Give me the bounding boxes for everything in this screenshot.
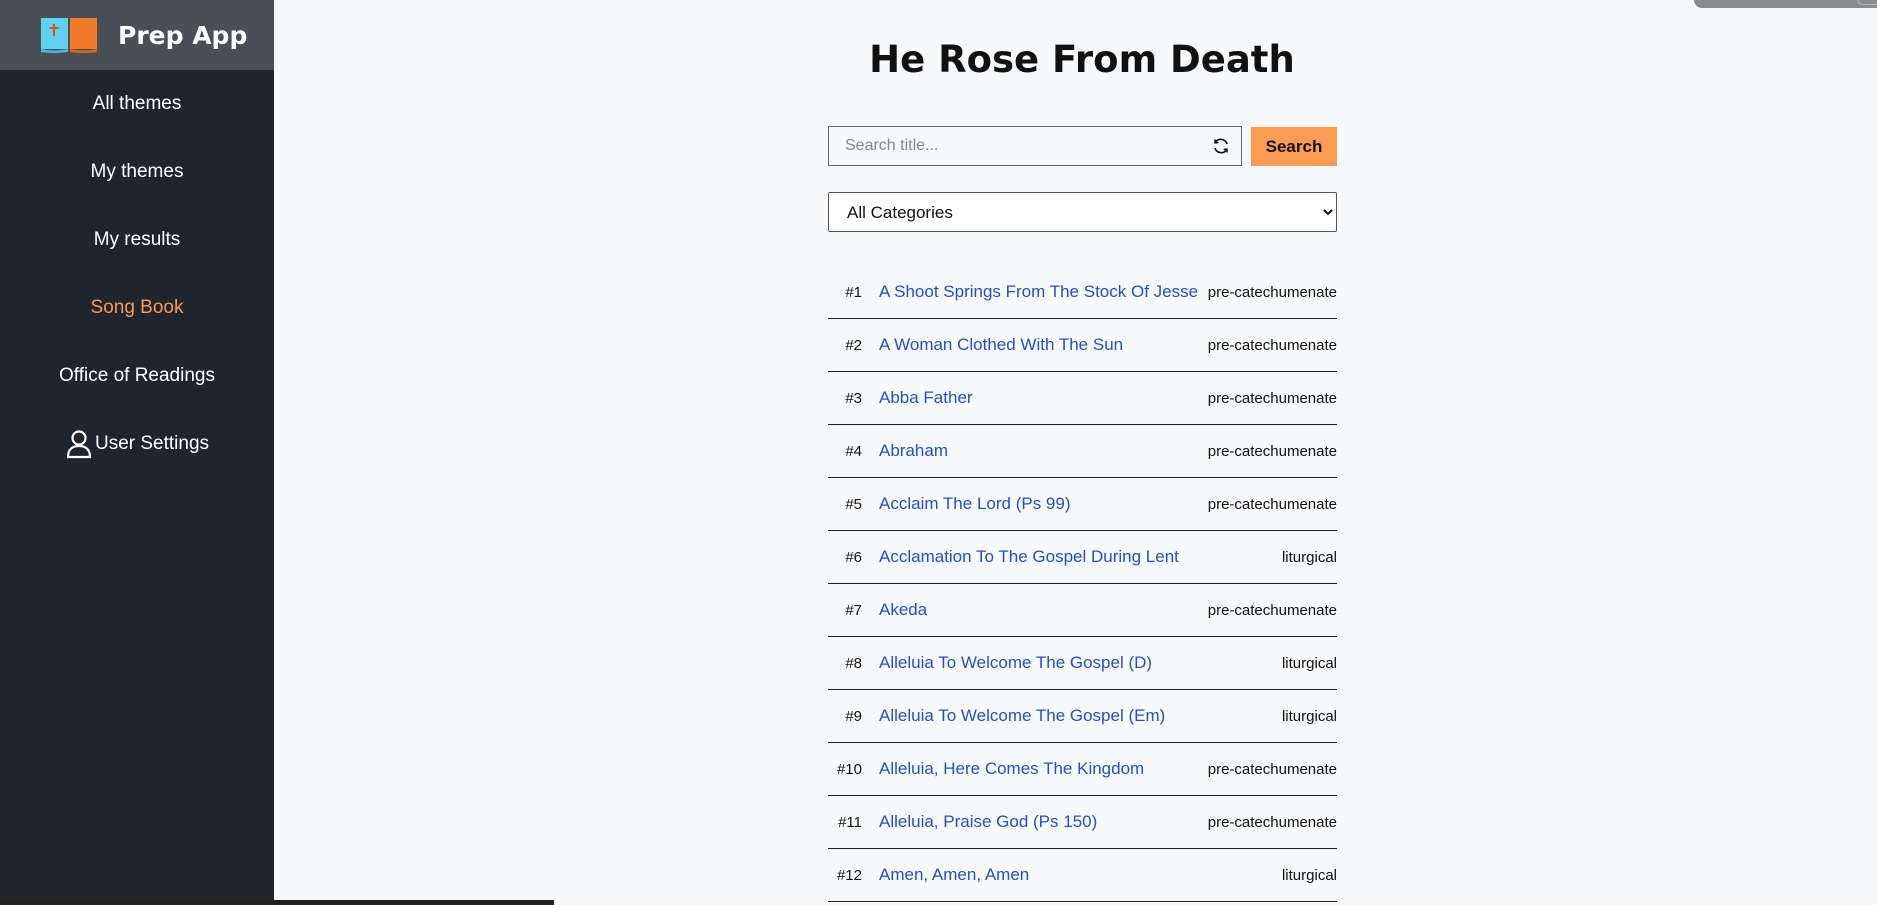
song-row: #12 Amen, Amen, Amen liturgical <box>828 849 1337 902</box>
song-title-link[interactable]: Acclaim The Lord (Ps 99) <box>879 494 1070 514</box>
floating-panel[interactable] <box>1694 0 1877 8</box>
song-row: #2 A Woman Clothed With The Sun pre-catech… <box>828 319 1337 372</box>
song-category: pre-catechumenate <box>1207 760 1337 778</box>
search-input[interactable] <box>829 126 1201 166</box>
category-select[interactable]: All Categories <box>828 192 1337 232</box>
sidebar-nav: All themes My themes My results Song Boo… <box>0 70 274 478</box>
song-row: #1 A Shoot Springs From The Stock Of Jess… <box>828 266 1337 319</box>
song-row: #4 Abraham pre-catechumenate <box>828 425 1337 478</box>
song-title-link[interactable]: A Woman Clothed With The Sun <box>879 335 1123 355</box>
sidebar-item-label: User Settings <box>94 433 210 454</box>
song-category: pre-catechumenate <box>1207 389 1337 407</box>
sidebar-item-song-book[interactable]: Song Book <box>0 274 274 342</box>
song-category: pre-catechumenate <box>1207 442 1337 460</box>
song-row: #9 Alleluia To Welcome The Gospel (Em) lit… <box>828 690 1337 743</box>
song-row: #7 Akeda pre-catechumenate <box>828 584 1337 637</box>
search-box <box>828 126 1242 166</box>
horizontal-scrollbar[interactable] <box>0 900 554 905</box>
song-row: #11 Alleluia, Praise God (Ps 150) pre-cate… <box>828 796 1337 849</box>
song-title-link[interactable]: A Shoot Springs From The Stock Of Jesse <box>879 282 1198 302</box>
song-category: pre-catechumenate <box>1207 283 1337 301</box>
song-number: #5 <box>845 495 862 513</box>
refresh-icon[interactable] <box>1201 137 1241 155</box>
song-row: #5 Acclaim The Lord (Ps 99) pre-catechumen… <box>828 478 1337 531</box>
brand-header[interactable]: Prep App <box>0 0 274 70</box>
floating-panel-handle[interactable] <box>1857 0 1877 5</box>
sidebar: Prep App All themes My themes My results… <box>0 0 274 905</box>
song-title-link[interactable]: Alleluia, Here Comes The Kingdom <box>879 759 1144 779</box>
song-number: #1 <box>845 283 862 301</box>
song-category: pre-catechumenate <box>1207 601 1337 619</box>
song-category: pre-catechumenate <box>1207 495 1337 513</box>
song-title-link[interactable]: Acclamation To The Gospel During Lent <box>879 547 1179 567</box>
song-category: pre-catechumenate <box>1207 336 1337 354</box>
song-number: #12 <box>836 866 862 884</box>
user-icon <box>65 429 93 459</box>
song-number: #6 <box>845 548 862 566</box>
song-row: #8 Alleluia To Welcome The Gospel (D) litu… <box>828 637 1337 690</box>
search-button[interactable]: Search <box>1251 127 1337 166</box>
song-row: #3 Abba Father pre-catechumenate <box>828 372 1337 425</box>
song-number: #10 <box>836 760 862 778</box>
song-number: #4 <box>845 442 862 460</box>
song-row: #6 Acclamation To The Gospel During Lent l… <box>828 531 1337 584</box>
song-title-link[interactable]: Amen, Amen, Amen <box>879 865 1029 885</box>
sidebar-item-office-of-readings[interactable]: Office of Readings <box>0 342 274 410</box>
sidebar-item-my-themes[interactable]: My themes <box>0 138 274 206</box>
song-title-link[interactable]: Abraham <box>879 441 948 461</box>
song-number: #3 <box>845 389 862 407</box>
sidebar-item-all-themes[interactable]: All themes <box>0 70 274 138</box>
song-category: pre-catechumenate <box>1207 813 1337 831</box>
song-list: #1 A Shoot Springs From The Stock Of Jess… <box>828 266 1337 902</box>
song-number: #9 <box>845 707 862 725</box>
song-category: liturgical <box>1281 654 1337 672</box>
song-title-link[interactable]: Alleluia To Welcome The Gospel (D) <box>879 653 1152 673</box>
song-title-link[interactable]: Alleluia, Praise God (Ps 150) <box>879 812 1097 832</box>
song-number: #7 <box>845 601 862 619</box>
song-category: liturgical <box>1281 866 1337 884</box>
song-number: #11 <box>838 813 862 831</box>
song-number: #2 <box>845 336 862 354</box>
sidebar-item-my-results[interactable]: My results <box>0 206 274 274</box>
app-title: Prep App <box>118 20 248 50</box>
song-number: #8 <box>845 654 862 672</box>
song-title-link[interactable]: Akeda <box>879 600 927 620</box>
song-title-link[interactable]: Abba Father <box>879 388 973 408</box>
app-logo-icon <box>40 16 98 54</box>
song-title-link[interactable]: Alleluia To Welcome The Gospel (Em) <box>879 706 1165 726</box>
song-row: #10 Alleluia, Here Comes The Kingdom pre-c… <box>828 743 1337 796</box>
song-category: liturgical <box>1281 548 1337 566</box>
sidebar-item-user-settings[interactable]: User Settings <box>0 410 274 478</box>
song-category: liturgical <box>1281 707 1337 725</box>
page-title: He Rose From Death <box>869 38 1295 81</box>
